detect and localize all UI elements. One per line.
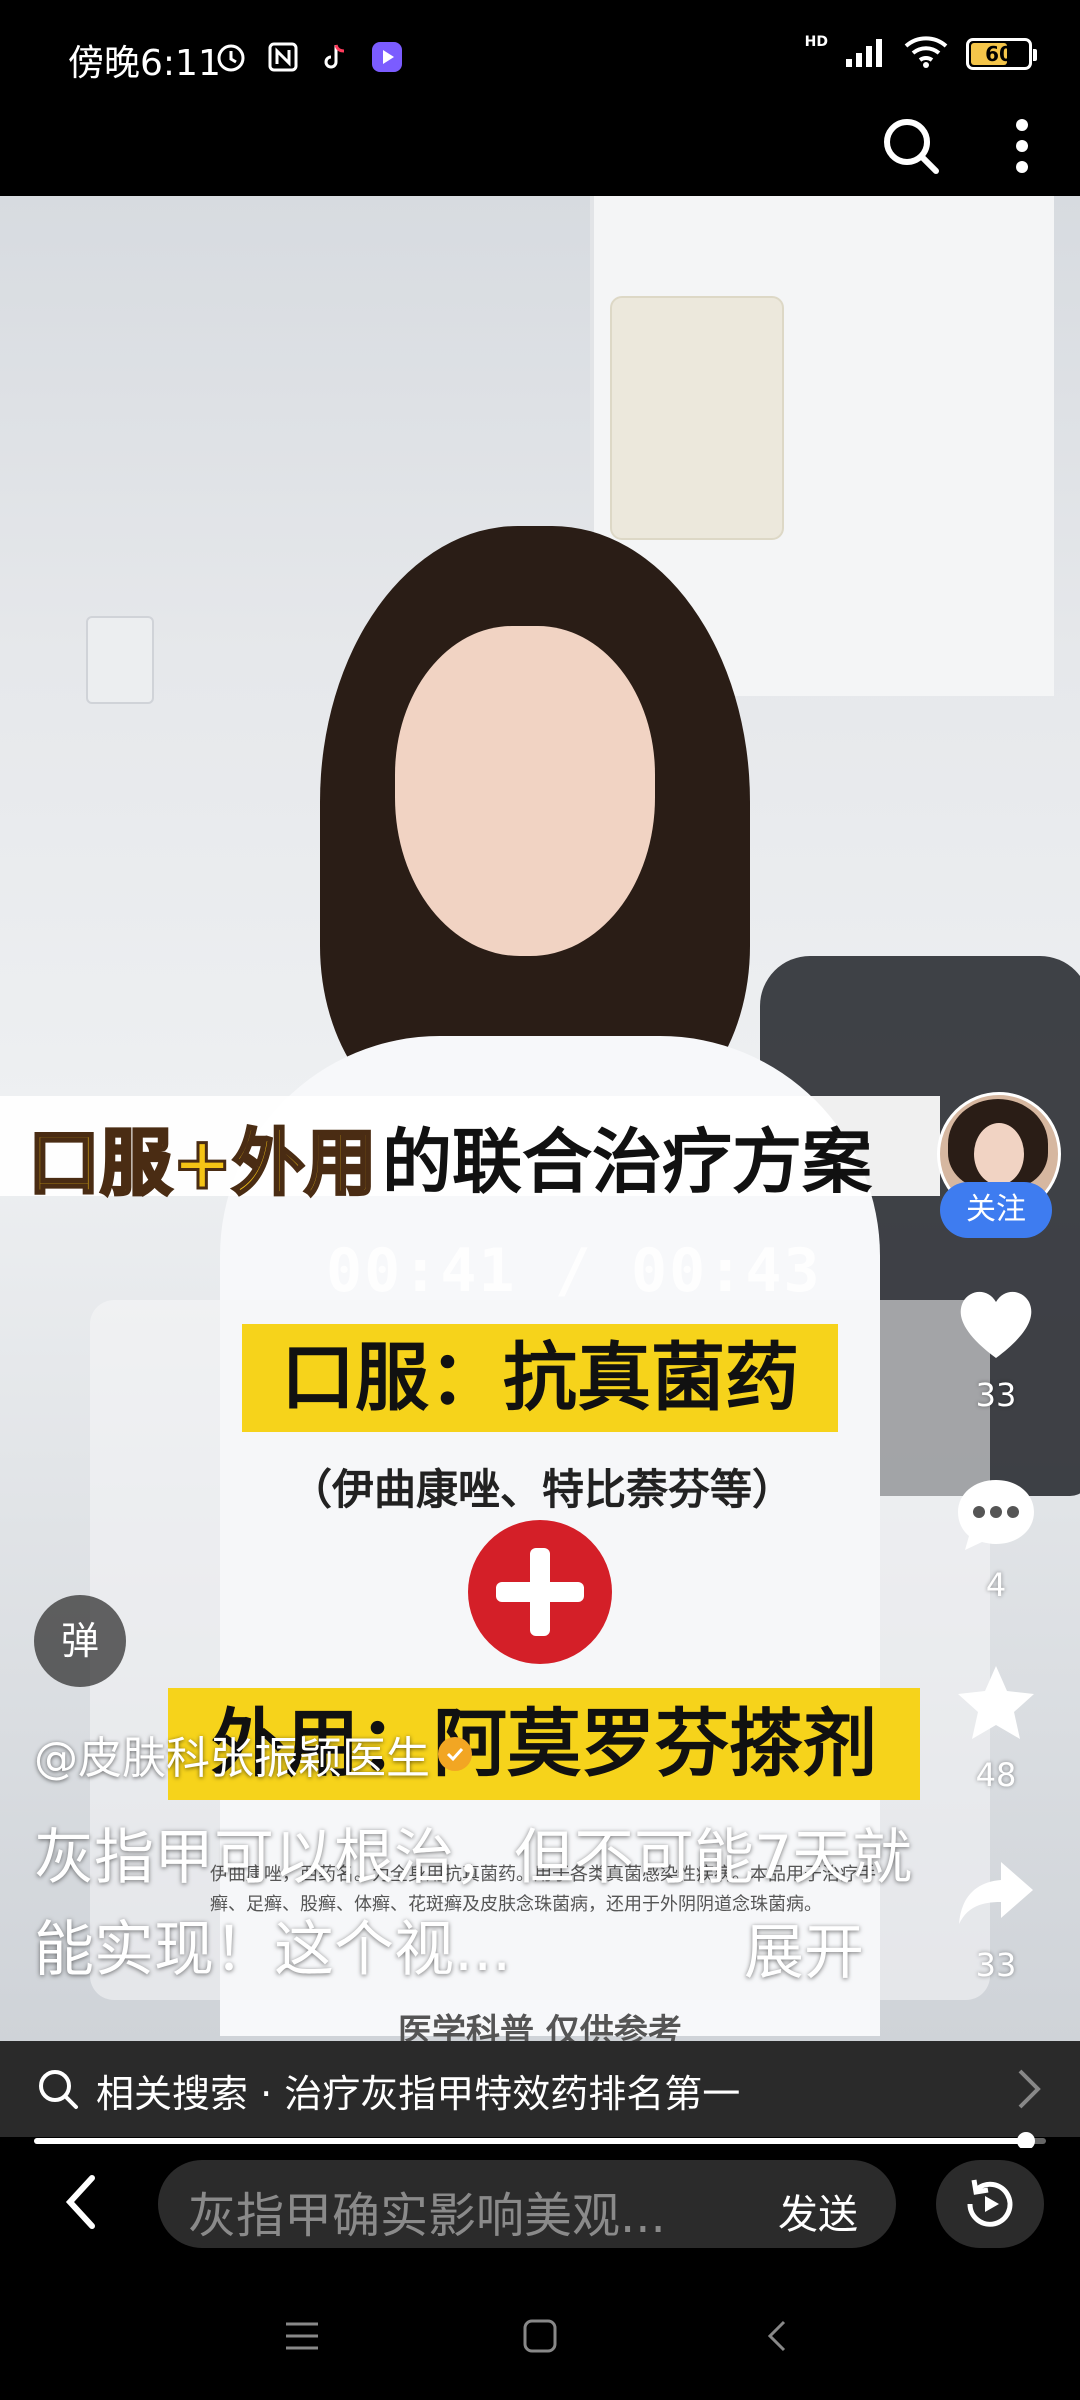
network-type-label: HD <box>804 34 828 50</box>
comment-button[interactable]: 4 <box>940 1470 1052 1604</box>
banner-highlight: 口服+外用 <box>26 1120 377 1207</box>
like-button[interactable]: 33 <box>940 1280 1052 1414</box>
back-icon[interactable] <box>52 2162 112 2242</box>
video-progress-bar[interactable] <box>34 2132 1046 2150</box>
favorite-count: 48 <box>975 1756 1017 1794</box>
replay-button[interactable] <box>936 2160 1044 2248</box>
banner-text: 的联合治疗方案 <box>382 1121 872 1203</box>
background-socket <box>86 616 154 704</box>
related-search-bar[interactable]: 相关搜索 · 治疗灰指甲特效药排名第一 <box>0 2041 1080 2137</box>
alarm-icon <box>214 40 248 74</box>
video-app-icon <box>370 40 404 74</box>
oral-treatment-note: （伊曲康唑、特比萘芬等） <box>290 1465 795 1514</box>
progress-fill <box>34 2138 1026 2144</box>
favorite-button[interactable]: 48 <box>940 1660 1052 1794</box>
status-bar: 傍晚6:11 HD 60 <box>0 0 1080 118</box>
status-notification-icons <box>214 40 404 74</box>
battery-level: 60 <box>985 42 1013 66</box>
author-name[interactable]: @皮肤科张振颖医生 <box>34 1722 472 1786</box>
heart-icon <box>951 1280 1041 1370</box>
status-time: 傍晚6:11 <box>68 43 221 84</box>
chevron-right-icon <box>1014 2065 1044 2113</box>
comment-input[interactable]: 灰指甲确实影响美观... 发送 <box>158 2160 896 2248</box>
follow-button[interactable]: 关注 <box>940 1182 1052 1238</box>
search-icon <box>36 2067 80 2111</box>
signal-icon <box>846 37 886 71</box>
doctor-face <box>395 626 655 956</box>
plus-icon <box>468 1520 612 1664</box>
wifi-icon <box>904 36 948 72</box>
comment-placeholder: 灰指甲确实影响美观... <box>188 2188 666 2244</box>
like-count: 33 <box>975 1376 1017 1414</box>
send-button[interactable]: 发送 <box>778 2182 858 2240</box>
status-system-icons: HD 60 <box>804 34 1037 72</box>
video-timecode: 00:41 / 00:43 <box>326 1236 822 1306</box>
menu-icon[interactable] <box>282 2316 322 2356</box>
battery-icon: 60 <box>966 38 1037 70</box>
background-dispenser <box>610 296 784 540</box>
tiktok-icon <box>318 40 352 74</box>
search-icon[interactable] <box>880 115 942 177</box>
nav-back-icon[interactable] <box>758 2316 798 2356</box>
share-icon <box>951 1850 1041 1940</box>
home-icon[interactable] <box>520 2316 560 2356</box>
comment-icon <box>951 1470 1041 1560</box>
nfc-icon <box>266 40 300 74</box>
related-search-text: 相关搜索 · 治疗灰指甲特效药排名第一 <box>96 2072 741 2116</box>
verified-badge-icon <box>438 1737 472 1771</box>
more-options-icon[interactable] <box>1002 115 1042 177</box>
comment-count: 4 <box>985 1566 1007 1604</box>
expand-button[interactable]: 展开 <box>744 1904 864 1991</box>
video-title-banner: 口服+外用 的联合治疗方案 <box>0 1096 940 1207</box>
share-button[interactable]: 33 <box>940 1850 1052 1984</box>
replay-icon <box>967 2179 1013 2227</box>
star-icon <box>951 1660 1041 1750</box>
danmaku-toggle-button[interactable]: 弹 <box>34 1595 126 1687</box>
share-count: 33 <box>975 1946 1017 1984</box>
oral-treatment-label: 口服：抗真菌药 <box>242 1324 838 1432</box>
author-handle[interactable]: @皮肤科张振颖医生 <box>34 1722 430 1786</box>
